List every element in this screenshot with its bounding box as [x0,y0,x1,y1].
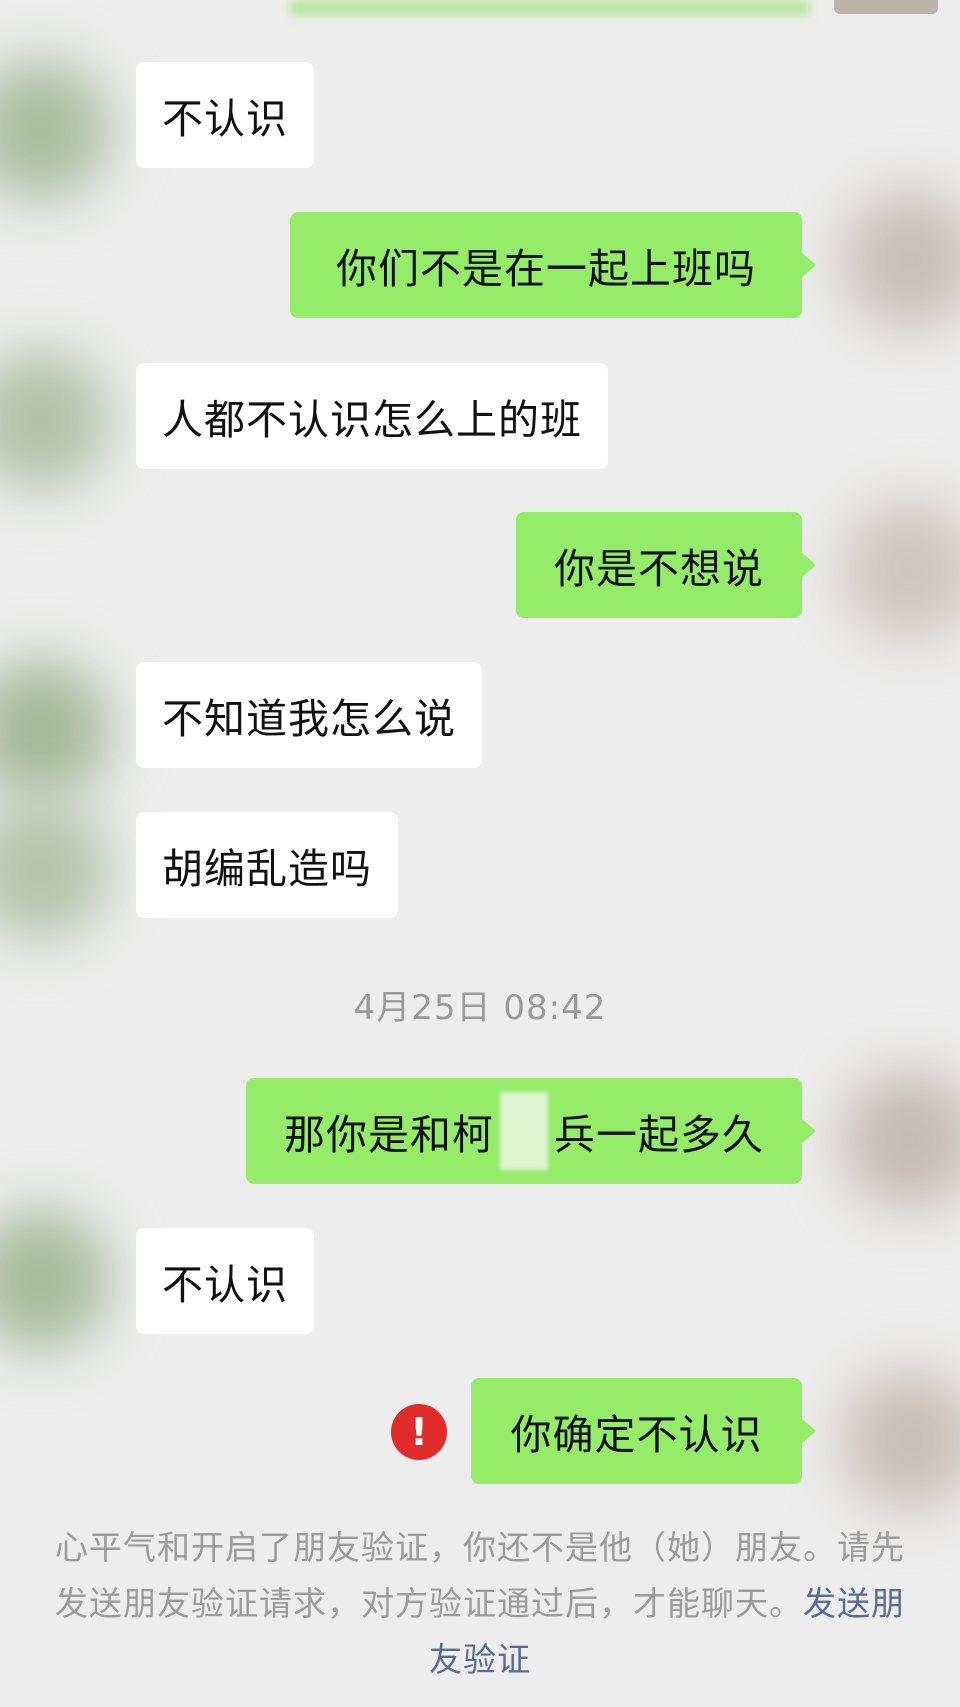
blurred-avatar [840,500,960,640]
cut-off-avatar-fragment [834,0,938,14]
incoming-message[interactable]: 人都不认识怎么上的班 [136,363,608,469]
incoming-message[interactable]: 不认识 [136,62,314,168]
incoming-message[interactable]: 胡编乱造吗 [136,812,398,918]
redaction-mask [500,1092,548,1170]
incoming-message[interactable]: 不知道我怎么说 [136,662,482,768]
message-text-part: 兵一起多久 [554,1111,764,1159]
blurred-avatar [0,660,110,800]
outgoing-message[interactable]: 你是不想说 [516,512,816,618]
blurred-avatar [0,350,110,490]
blurred-avatar [840,190,960,330]
notice-text: 心平气和开启了朋友验证，你还不是他（她）朋友。请先发送朋友验证请求，对方验证通过… [55,1528,905,1623]
cut-off-bubble-fragment [290,0,810,16]
blurred-avatar [840,1070,960,1210]
friend-verification-notice: 心平气和开启了朋友验证，你还不是他（她）朋友。请先发送朋友验证请求，对方验证通过… [40,1520,920,1688]
blurred-avatar [0,60,110,200]
blurred-avatar [0,800,110,940]
outgoing-message[interactable]: 你们不是在一起上班吗 [290,212,816,318]
outgoing-message[interactable]: 你确定不认识 [471,1378,816,1484]
message-text-part: 那你是和柯 [284,1111,494,1159]
outgoing-message[interactable]: 那你是和柯 兵一起多久 [246,1078,816,1184]
incoming-message[interactable]: 不认识 [136,1228,314,1334]
blurred-avatar [0,1210,110,1350]
message-timestamp: 4月25日 08:42 [353,988,607,1028]
blurred-avatar [840,1370,960,1510]
send-failed-icon[interactable]: ! [391,1404,447,1460]
